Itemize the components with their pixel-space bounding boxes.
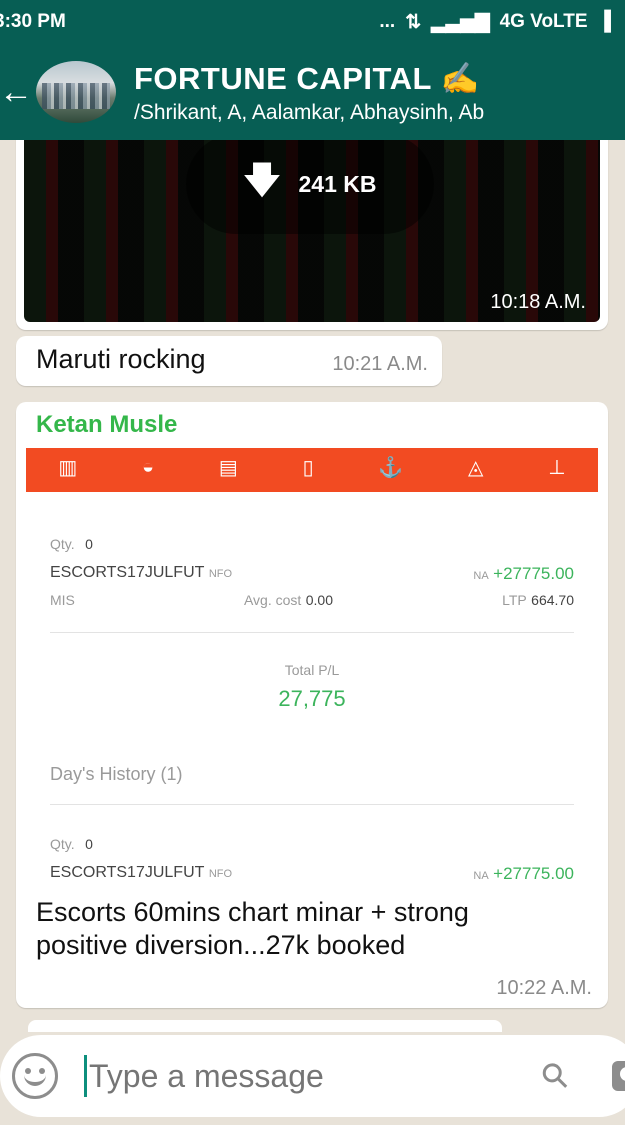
segment-label: NFO xyxy=(208,868,233,880)
group-avatar[interactable] xyxy=(36,61,116,123)
avg-cost-value: 0.00 xyxy=(305,592,333,608)
emoji-icon[interactable] xyxy=(12,1053,58,1099)
network-label: 4G VoLTE xyxy=(499,11,588,32)
notification-dots: ... xyxy=(379,11,396,32)
bag-icon: ▥ xyxy=(58,456,78,479)
qty-label: Qty. xyxy=(50,836,75,852)
download-arrow-icon: 🡇 xyxy=(243,158,281,200)
ltp-value: 664.70 xyxy=(531,592,574,608)
message-time: 10:21 A.M. xyxy=(332,353,428,375)
profile-icon: ⊥ xyxy=(548,456,566,479)
attached-screenshot[interactable]: ▥ ◒ ▤ ▯ ⚓ ◬ ⊥ Qty. 0 ESCORTS17JULFUT NFO… xyxy=(26,448,598,888)
status-icons: ... ⇅ ▂▃▅▇ 4G VoLTE ▐ xyxy=(379,11,611,34)
camera-icon[interactable] xyxy=(612,1061,625,1091)
qty-value: 0 xyxy=(85,836,93,852)
gauge-icon: ◒ xyxy=(142,455,155,478)
divider xyxy=(50,632,574,633)
qty-row: Qty. 0 xyxy=(50,836,574,854)
chat-area[interactable]: 🡇 241 KB 10:18 A.M. Maruti rocking 10:21… xyxy=(0,140,625,1035)
chat-header: ← FORTUNE CAPITAL ✍️ /Shrikant, A, Aalam… xyxy=(0,44,625,140)
total-pl-value: 27,775 xyxy=(278,686,346,711)
total-pl: Total P/L 27,775 xyxy=(26,662,598,712)
group-members: /Shrikant, A, Aalamkar, Abhaysinh, Ab xyxy=(134,100,485,124)
na-label: NA xyxy=(473,870,489,882)
app-toolbar: ▥ ◒ ▤ ▯ ⚓ ◬ ⊥ xyxy=(26,448,598,492)
message-composer: ⚲ xyxy=(0,1035,625,1117)
download-button[interactable]: 🡇 241 KB xyxy=(186,140,434,234)
na-label: NA xyxy=(473,570,489,582)
qty-value: 0 xyxy=(85,536,93,552)
signal-icon: ▂▃▅▇ xyxy=(431,11,490,33)
blurred-image-preview[interactable]: 🡇 241 KB 10:18 A.M. xyxy=(24,140,600,322)
message-time: 10:18 A.M. xyxy=(490,291,586,313)
ltp-label: LTP xyxy=(502,592,527,608)
avg-cost-label: Avg. cost xyxy=(243,592,302,608)
bell-icon: ◬ xyxy=(468,456,484,479)
message-text: Maruti rocking xyxy=(36,344,206,374)
segment-label: NFO xyxy=(208,568,233,580)
anchor-icon: ⚓ xyxy=(378,456,404,479)
back-arrow-icon[interactable]: ← xyxy=(0,73,36,112)
download-size: 241 KB xyxy=(298,170,377,197)
text-message[interactable]: Maruti rocking 10:21 A.M. xyxy=(16,336,442,386)
pnl-value: +27775.00 xyxy=(493,564,574,583)
message-caption: Escorts 60mins chart minar + strong posi… xyxy=(36,897,469,960)
status-time: 3:30 PM xyxy=(0,11,66,32)
qty-row: Qty. 0 xyxy=(50,536,574,554)
chat-title-block[interactable]: FORTUNE CAPITAL ✍️ /Shrikant, A, Aalamka… xyxy=(134,60,484,125)
product-type: MIS xyxy=(50,592,75,608)
battery-icon: ▐ xyxy=(597,11,611,32)
message-time: 10:22 A.M. xyxy=(496,977,592,999)
message-input[interactable] xyxy=(89,1057,544,1095)
position-row: ESCORTS17JULFUT NFO NA +27775.00 xyxy=(50,864,574,884)
divider xyxy=(50,804,574,805)
book-icon: ▤ xyxy=(218,456,238,479)
text-cursor xyxy=(84,1055,87,1097)
days-history-label: Day's History (1) xyxy=(50,764,183,784)
qty-label: Qty. xyxy=(50,536,75,552)
image-message[interactable]: 🡇 241 KB 10:18 A.M. xyxy=(16,140,608,330)
pnl-value: +27775.00 xyxy=(493,864,574,883)
instrument-name: ESCORTS17JULFUT xyxy=(50,564,205,581)
group-name: FORTUNE CAPITAL ✍️ xyxy=(134,60,480,96)
portfolio-icon: ▯ xyxy=(302,456,314,479)
days-history-row: Day's History (1) xyxy=(50,764,574,785)
sender-name[interactable]: Ketan Musle xyxy=(36,411,177,439)
position-row: ESCORTS17JULFUT NFO NA +27775.00 xyxy=(50,564,574,584)
next-message-edge xyxy=(28,1020,502,1032)
total-pl-label: Total P/L xyxy=(284,662,340,678)
details-row: MIS Avg. cost 0.00 LTP 664.70 xyxy=(50,592,574,610)
status-bar: 3:30 PM ... ⇅ ▂▃▅▇ 4G VoLTE ▐ xyxy=(0,0,625,44)
instrument-name: ESCORTS17JULFUT xyxy=(50,864,205,881)
screenshot-message[interactable]: Ketan Musle ▥ ◒ ▤ ▯ ⚓ ◬ ⊥ Qty. 0 ESCORTS… xyxy=(16,402,608,1008)
data-arrows-icon: ⇅ xyxy=(405,11,422,33)
